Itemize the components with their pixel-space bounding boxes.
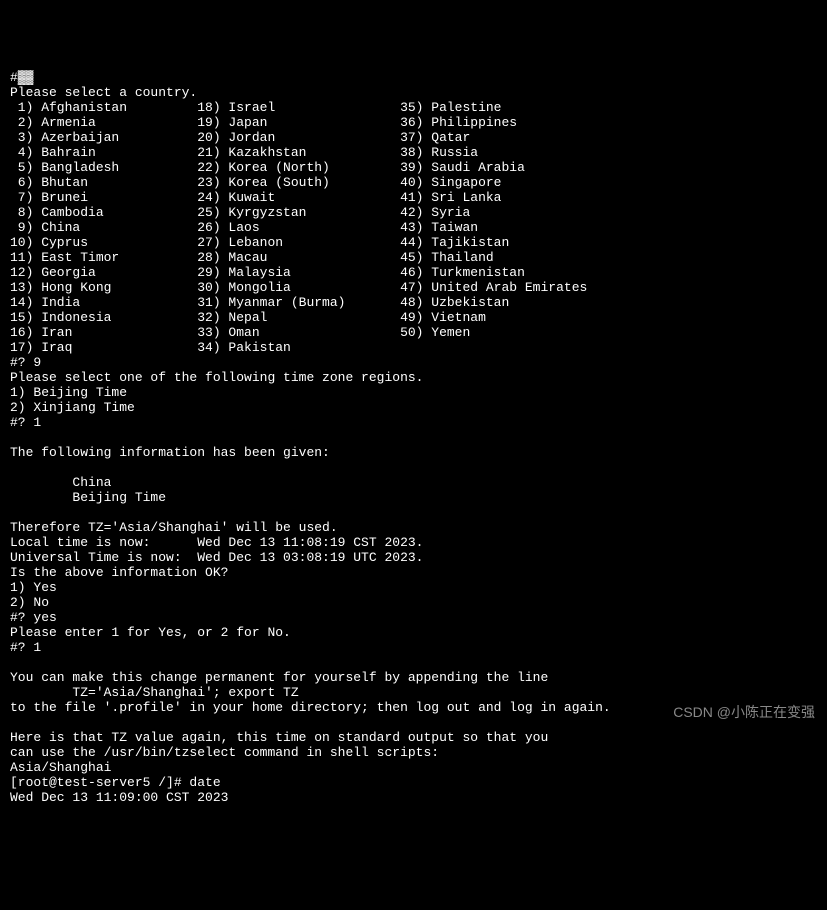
permanent-line: TZ='Asia/Shanghai'; export TZ [10,685,299,700]
user-input: #? yes [10,610,57,625]
info-line: China [10,475,111,490]
final-line: Asia/Shanghai [10,760,111,775]
country-row: 14) India 31) Myanmar (Burma) 48) Uzbeki… [10,295,509,310]
user-input: #? 9 [10,355,41,370]
country-row: 8) Cambodia 25) Kyrgyzstan 42) Syria [10,205,470,220]
final-line: Here is that TZ value again, this time o… [10,730,548,745]
country-row: 9) China 26) Laos 43) Taiwan [10,220,478,235]
reprompt-line: Please enter 1 for Yes, or 2 for No. [10,625,291,640]
country-row: 16) Iran 33) Oman 50) Yemen [10,325,470,340]
tz-region-prompt: Please select one of the following time … [10,370,423,385]
country-row: 2) Armenia 19) Japan 36) Philippines [10,115,517,130]
info-line: Beijing Time [10,490,166,505]
country-row: 12) Georgia 29) Malaysia 46) Turkmenista… [10,265,525,280]
info-header: The following information has been given… [10,445,330,460]
tz-option: 1) Beijing Time [10,385,127,400]
country-row: 17) Iraq 34) Pakistan [10,340,400,355]
therefore-line: Therefore TZ='Asia/Shanghai' will be use… [10,520,338,535]
country-row: 11) East Timor 28) Macau 45) Thailand [10,250,494,265]
country-row: 10) Cyprus 27) Lebanon 44) Tajikistan [10,235,509,250]
country-row: 15) Indonesia 32) Nepal 49) Vietnam [10,310,486,325]
country-row: 13) Hong Kong 30) Mongolia 47) United Ar… [10,280,587,295]
user-input: #? 1 [10,640,41,655]
country-row: 6) Bhutan 23) Korea (South) 40) Singapor… [10,175,501,190]
country-row: 7) Brunei 24) Kuwait 41) Sri Lanka [10,190,501,205]
local-time-line: Local time is now: Wed Dec 13 11:08:19 C… [10,535,423,550]
terminal-output[interactable]: #▓▓ Please select a country. 1) Afghanis… [10,70,817,805]
tz-option: 2) Xinjiang Time [10,400,135,415]
date-output: Wed Dec 13 11:09:00 CST 2023 [10,790,228,805]
confirm-prompt: Is the above information OK? [10,565,228,580]
scrubbed-line: #▓▓ [10,70,33,85]
watermark: CSDN @小陈正在变强 [673,705,815,720]
user-input: #? 1 [10,415,41,430]
country-row: 4) Bahrain 21) Kazakhstan 38) Russia [10,145,478,160]
permanent-line: to the file '.profile' in your home dire… [10,700,611,715]
utc-time-line: Universal Time is now: Wed Dec 13 03:08:… [10,550,423,565]
country-row: 5) Bangladesh 22) Korea (North) 39) Saud… [10,160,525,175]
country-row: 1) Afghanistan 18) Israel 35) Palestine [10,100,501,115]
country-prompt: Please select a country. [10,85,197,100]
confirm-option: 1) Yes [10,580,57,595]
final-line: can use the /usr/bin/tzselect command in… [10,745,439,760]
shell-prompt: [root@test-server5 /]# date [10,775,221,790]
confirm-option: 2) No [10,595,49,610]
permanent-line: You can make this change permanent for y… [10,670,548,685]
country-row: 3) Azerbaijan 20) Jordan 37) Qatar [10,130,470,145]
